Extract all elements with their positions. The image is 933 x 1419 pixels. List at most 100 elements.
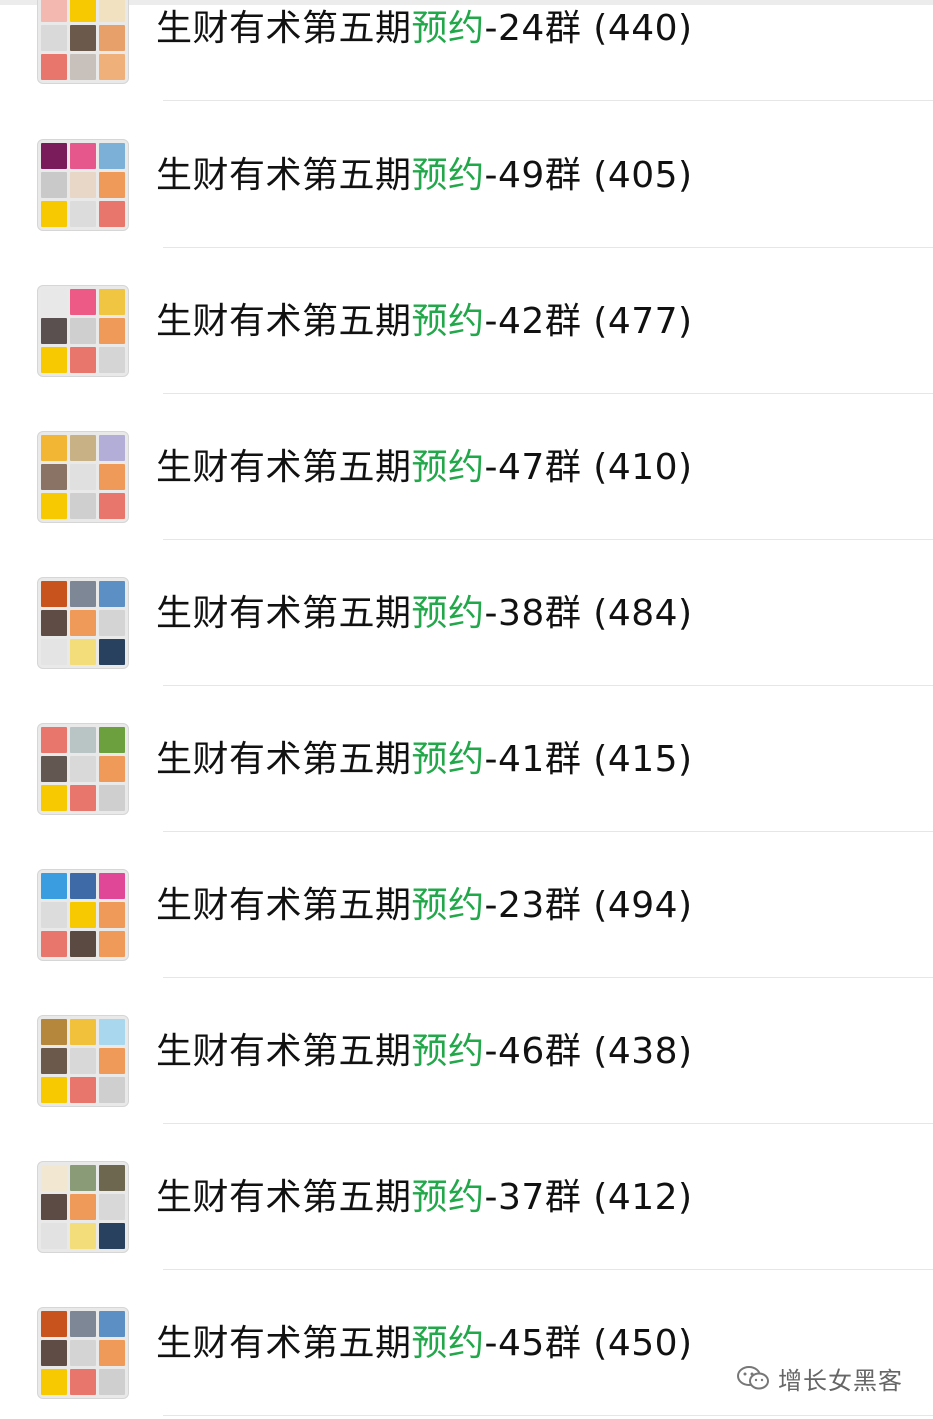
group-name-prefix: 生财有术第五期 bbox=[156, 1177, 412, 1218]
member-avatar-thumb bbox=[41, 610, 67, 636]
member-avatar-thumb bbox=[70, 610, 96, 636]
chat-list-item[interactable]: 生财有术第五期预约-38群 (484) bbox=[0, 540, 933, 686]
member-avatar-thumb bbox=[70, 727, 96, 753]
group-name: 生财有术第五期预约-24群 (440) bbox=[156, 3, 693, 55]
member-avatar-thumb bbox=[70, 1077, 96, 1103]
member-avatar-thumb bbox=[70, 435, 96, 461]
chat-list-item[interactable]: 生财有术第五期预约-42群 (477) bbox=[0, 248, 933, 394]
member-avatar-thumb bbox=[99, 785, 125, 811]
group-name-highlight: 预约 bbox=[411, 593, 485, 634]
member-avatar-thumb bbox=[70, 0, 96, 22]
group-name-prefix: 生财有术第五期 bbox=[156, 1031, 412, 1072]
chat-list-item[interactable]: 生财有术第五期预约-37群 (412) bbox=[0, 1124, 933, 1270]
group-avatar-grid bbox=[37, 285, 129, 377]
row-divider bbox=[163, 100, 933, 101]
member-avatar-thumb bbox=[41, 54, 67, 80]
member-avatar-thumb bbox=[41, 464, 67, 490]
group-avatar-grid bbox=[37, 431, 129, 523]
account-watermark: 增长女黑客 bbox=[736, 1360, 903, 1396]
group-name-highlight: 预约 bbox=[411, 885, 485, 926]
member-avatar-thumb bbox=[70, 902, 96, 928]
member-avatar-thumb bbox=[70, 1311, 96, 1337]
group-name-highlight: 预约 bbox=[411, 1177, 485, 1218]
member-avatar-thumb bbox=[41, 756, 67, 782]
chat-list-item[interactable]: 生财有术第五期预约-49群 (405) bbox=[0, 102, 933, 248]
group-name-highlight: 预约 bbox=[411, 155, 485, 196]
group-name-prefix: 生财有术第五期 bbox=[156, 593, 412, 634]
member-avatar-thumb bbox=[99, 289, 125, 315]
member-avatar-thumb bbox=[41, 347, 67, 373]
member-avatar-thumb bbox=[70, 873, 96, 899]
member-avatar-thumb bbox=[41, 25, 67, 51]
member-avatar-thumb bbox=[70, 493, 96, 519]
member-avatar-thumb bbox=[70, 172, 96, 198]
chat-list-item[interactable]: 生财有术第五期预约-41群 (415) bbox=[0, 686, 933, 832]
member-avatar-thumb bbox=[70, 201, 96, 227]
member-avatar-thumb bbox=[41, 1223, 67, 1249]
group-avatar-grid bbox=[37, 723, 129, 815]
member-avatar-thumb bbox=[70, 25, 96, 51]
member-avatar-thumb bbox=[41, 435, 67, 461]
group-name: 生财有术第五期预约-45群 (450) bbox=[156, 1318, 693, 1370]
member-avatar-thumb bbox=[70, 54, 96, 80]
group-avatar-grid bbox=[37, 577, 129, 669]
group-name-suffix: -49群 (405) bbox=[484, 155, 693, 196]
row-divider bbox=[163, 1415, 933, 1416]
member-avatar-thumb bbox=[70, 464, 96, 490]
group-name: 生财有术第五期预约-41群 (415) bbox=[156, 734, 693, 786]
group-chat-list: 生财有术第五期预约-24群 (440) 生财有术第五期预约-49群 (405) … bbox=[0, 0, 933, 1419]
member-avatar-thumb bbox=[70, 1340, 96, 1366]
member-avatar-thumb bbox=[41, 639, 67, 665]
group-avatar-grid bbox=[37, 1015, 129, 1107]
member-avatar-thumb bbox=[99, 902, 125, 928]
member-avatar-thumb bbox=[99, 1194, 125, 1220]
group-name-prefix: 生财有术第五期 bbox=[156, 1323, 412, 1364]
chat-list-item[interactable]: 生财有术第五期预约-23群 (494) bbox=[0, 832, 933, 978]
member-avatar-thumb bbox=[70, 1369, 96, 1395]
member-avatar-thumb bbox=[99, 54, 125, 80]
member-avatar-thumb bbox=[99, 493, 125, 519]
member-avatar-thumb bbox=[70, 1165, 96, 1191]
group-name: 生财有术第五期预约-42群 (477) bbox=[156, 296, 693, 348]
chat-list-item[interactable]: 生财有术第五期预约-46群 (438) bbox=[0, 978, 933, 1124]
member-avatar-thumb bbox=[41, 1077, 67, 1103]
member-avatar-thumb bbox=[41, 873, 67, 899]
member-avatar-thumb bbox=[99, 318, 125, 344]
group-avatar-grid bbox=[37, 0, 129, 84]
group-name: 生财有术第五期预约-47群 (410) bbox=[156, 442, 693, 494]
member-avatar-thumb bbox=[99, 581, 125, 607]
chat-list-item[interactable]: 生财有术第五期预约-24群 (440) bbox=[0, 0, 933, 101]
member-avatar-thumb bbox=[99, 464, 125, 490]
group-name-suffix: -38群 (484) bbox=[484, 593, 693, 634]
member-avatar-thumb bbox=[41, 1165, 67, 1191]
member-avatar-thumb bbox=[70, 143, 96, 169]
member-avatar-thumb bbox=[99, 873, 125, 899]
member-avatar-thumb bbox=[70, 289, 96, 315]
chat-list-item[interactable]: 生财有术第五期预约-47群 (410) bbox=[0, 394, 933, 540]
member-avatar-thumb bbox=[41, 902, 67, 928]
member-avatar-thumb bbox=[41, 785, 67, 811]
member-avatar-thumb bbox=[99, 931, 125, 957]
member-avatar-thumb bbox=[99, 756, 125, 782]
member-avatar-thumb bbox=[99, 435, 125, 461]
group-name-suffix: -23群 (494) bbox=[484, 885, 693, 926]
group-name-suffix: -24群 (440) bbox=[484, 8, 693, 49]
group-name-suffix: -41群 (415) bbox=[484, 739, 693, 780]
member-avatar-thumb bbox=[99, 1340, 125, 1366]
member-avatar-thumb bbox=[41, 289, 67, 315]
member-avatar-thumb bbox=[70, 931, 96, 957]
member-avatar-thumb bbox=[99, 1077, 125, 1103]
member-avatar-thumb bbox=[41, 1194, 67, 1220]
group-name-highlight: 预约 bbox=[411, 301, 485, 342]
group-name-prefix: 生财有术第五期 bbox=[156, 301, 412, 342]
member-avatar-thumb bbox=[70, 1019, 96, 1045]
member-avatar-thumb bbox=[41, 493, 67, 519]
group-avatar-grid bbox=[37, 1307, 129, 1399]
watermark-text: 增长女黑客 bbox=[778, 1366, 903, 1395]
member-avatar-thumb bbox=[99, 610, 125, 636]
member-avatar-thumb bbox=[41, 1369, 67, 1395]
member-avatar-thumb bbox=[41, 0, 67, 22]
group-name-prefix: 生财有术第五期 bbox=[156, 885, 412, 926]
member-avatar-thumb bbox=[99, 1048, 125, 1074]
member-avatar-thumb bbox=[70, 639, 96, 665]
